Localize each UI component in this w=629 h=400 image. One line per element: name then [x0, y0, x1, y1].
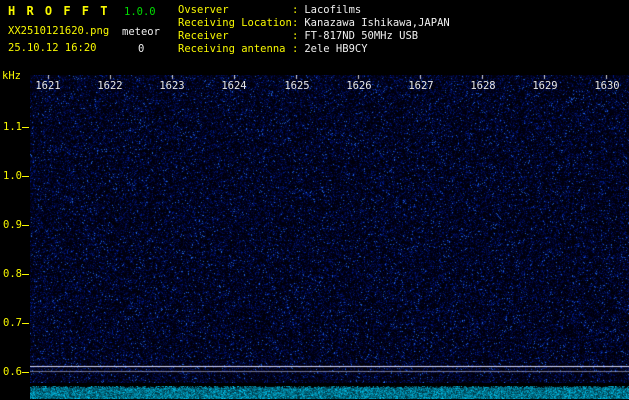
- time-tick-label: 1624: [221, 80, 247, 92]
- freq-tick-mark: [22, 274, 29, 275]
- time-tick-label: 1623: [159, 80, 185, 92]
- freq-tick-label: 0.8: [3, 268, 23, 280]
- meteor-count: 0: [138, 43, 144, 55]
- mode-label: meteor: [122, 26, 160, 38]
- info-separator: :: [292, 17, 298, 29]
- info-label: Receiving Location: [178, 17, 292, 30]
- output-filename: XX2510121620.png: [8, 25, 109, 37]
- hrofft-screen: H R O F F T 1.0.0 XX2510121620.png meteo…: [0, 0, 629, 400]
- time-tick-label: 1621: [35, 80, 61, 92]
- freq-tick-mark: [22, 323, 29, 324]
- freq-tick-label: 0.9: [3, 219, 23, 231]
- time-tick-label: 1629: [532, 80, 558, 92]
- info-label: Ovserver: [178, 4, 292, 17]
- station-info: Ovserver: Lacofilms Receiving Location: Ka…: [178, 4, 450, 56]
- time-tick-label: 1630: [594, 80, 620, 92]
- freq-tick-label: 0.6: [3, 366, 23, 378]
- info-value: 2ele HB9CY: [304, 43, 367, 55]
- time-tick-label: 1626: [346, 80, 372, 92]
- info-row: Ovserver: Lacofilms: [178, 4, 450, 17]
- app-title: H R O F F T: [8, 4, 109, 18]
- info-row: Receiving Location: Kanazawa Ishikawa,JAP…: [178, 17, 450, 30]
- info-label: Receiver: [178, 30, 292, 43]
- time-tick-label: 1627: [408, 80, 434, 92]
- freq-tick-label: 1.1: [3, 121, 23, 133]
- freq-tick-label: 0.7: [3, 317, 23, 329]
- info-separator: :: [292, 30, 298, 42]
- freq-tick-mark: [22, 372, 29, 373]
- info-separator: :: [292, 4, 298, 16]
- info-row: Receiver: FT-817ND 50MHz USB: [178, 30, 450, 43]
- freq-tick-mark: [22, 176, 29, 177]
- time-tick-label: 1625: [284, 80, 310, 92]
- freq-tick-mark: [22, 225, 29, 226]
- info-label: Receiving antenna: [178, 43, 292, 56]
- time-tick-label: 1622: [97, 80, 123, 92]
- khz-unit-label: kHz: [2, 70, 21, 82]
- info-value: Kanazawa Ishikawa,JAPAN: [304, 17, 449, 29]
- timestamp: 25.10.12 16:20: [8, 42, 97, 54]
- spectrogram-canvas: [30, 75, 629, 383]
- signal-band-canvas: [30, 386, 629, 399]
- freq-tick-mark: [22, 127, 29, 128]
- app-version: 1.0.0: [124, 6, 156, 18]
- freq-tick-label: 1.0: [3, 170, 23, 182]
- info-separator: :: [292, 43, 298, 55]
- info-row: Receiving antenna:2ele HB9CY: [178, 43, 450, 56]
- info-value: FT-817ND 50MHz USB: [304, 30, 418, 42]
- time-tick-label: 1628: [470, 80, 496, 92]
- info-value: Lacofilms: [304, 4, 361, 16]
